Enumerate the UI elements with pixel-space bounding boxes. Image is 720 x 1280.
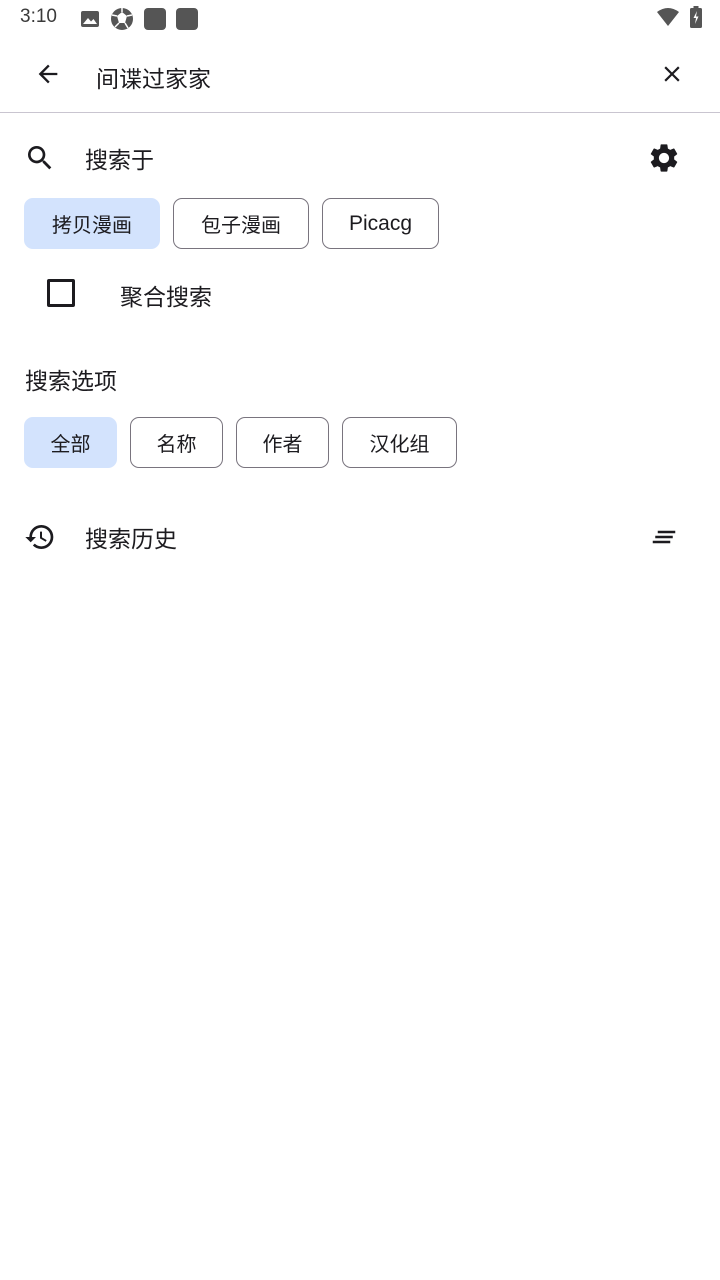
clear-search-button[interactable] <box>648 50 696 98</box>
aperture-icon <box>110 7 134 35</box>
option-chip-author[interactable]: 作者 <box>236 417 329 468</box>
search-history-title: 搜索历史 <box>85 527 177 553</box>
back-button[interactable] <box>24 50 72 98</box>
status-time: 3:10 <box>20 6 57 27</box>
clear-all-icon <box>652 530 676 544</box>
source-chip-baozimanga[interactable]: 包子漫画 <box>173 198 309 249</box>
source-chip-copymanga[interactable]: 拷贝漫画 <box>24 198 160 249</box>
search-input[interactable]: 间谍过家家 <box>96 60 211 94</box>
source-settings-button[interactable] <box>644 138 684 178</box>
search-history-header: 搜索历史 <box>0 511 720 559</box>
app-square-icon <box>176 8 198 34</box>
image-icon <box>80 9 100 33</box>
search-option-chips: 全部 名称 作者 汉化组 <box>24 417 457 468</box>
aggregate-search-checkbox[interactable] <box>47 279 75 307</box>
system-icons <box>656 6 702 32</box>
search-icon <box>24 142 56 174</box>
notification-icons <box>80 7 198 35</box>
option-chip-all[interactable]: 全部 <box>24 417 117 468</box>
clear-history-button[interactable] <box>644 517 684 557</box>
aggregate-search-row[interactable]: 聚合搜索 <box>24 268 324 316</box>
history-icon <box>24 521 56 553</box>
status-bar: 3:10 <box>0 0 720 36</box>
source-chips: 拷贝漫画 包子漫画 Picacg <box>24 198 439 249</box>
option-chip-translator[interactable]: 汉化组 <box>342 417 457 468</box>
wifi-icon <box>656 7 680 31</box>
search-in-header: 搜索于 <box>0 132 720 180</box>
battery-icon <box>690 6 702 32</box>
search-options-title: 搜索选项 <box>25 369 117 395</box>
search-in-title: 搜索于 <box>85 148 154 174</box>
aggregate-search-label: 聚合搜索 <box>120 285 212 311</box>
app-square-icon <box>144 8 166 34</box>
arrow-back-icon <box>38 64 58 84</box>
option-chip-name[interactable]: 名称 <box>130 417 223 468</box>
source-chip-picacg[interactable]: Picacg <box>322 198 439 249</box>
gear-icon <box>650 144 678 172</box>
search-app-bar: 间谍过家家 <box>0 36 720 113</box>
close-icon <box>664 66 680 82</box>
